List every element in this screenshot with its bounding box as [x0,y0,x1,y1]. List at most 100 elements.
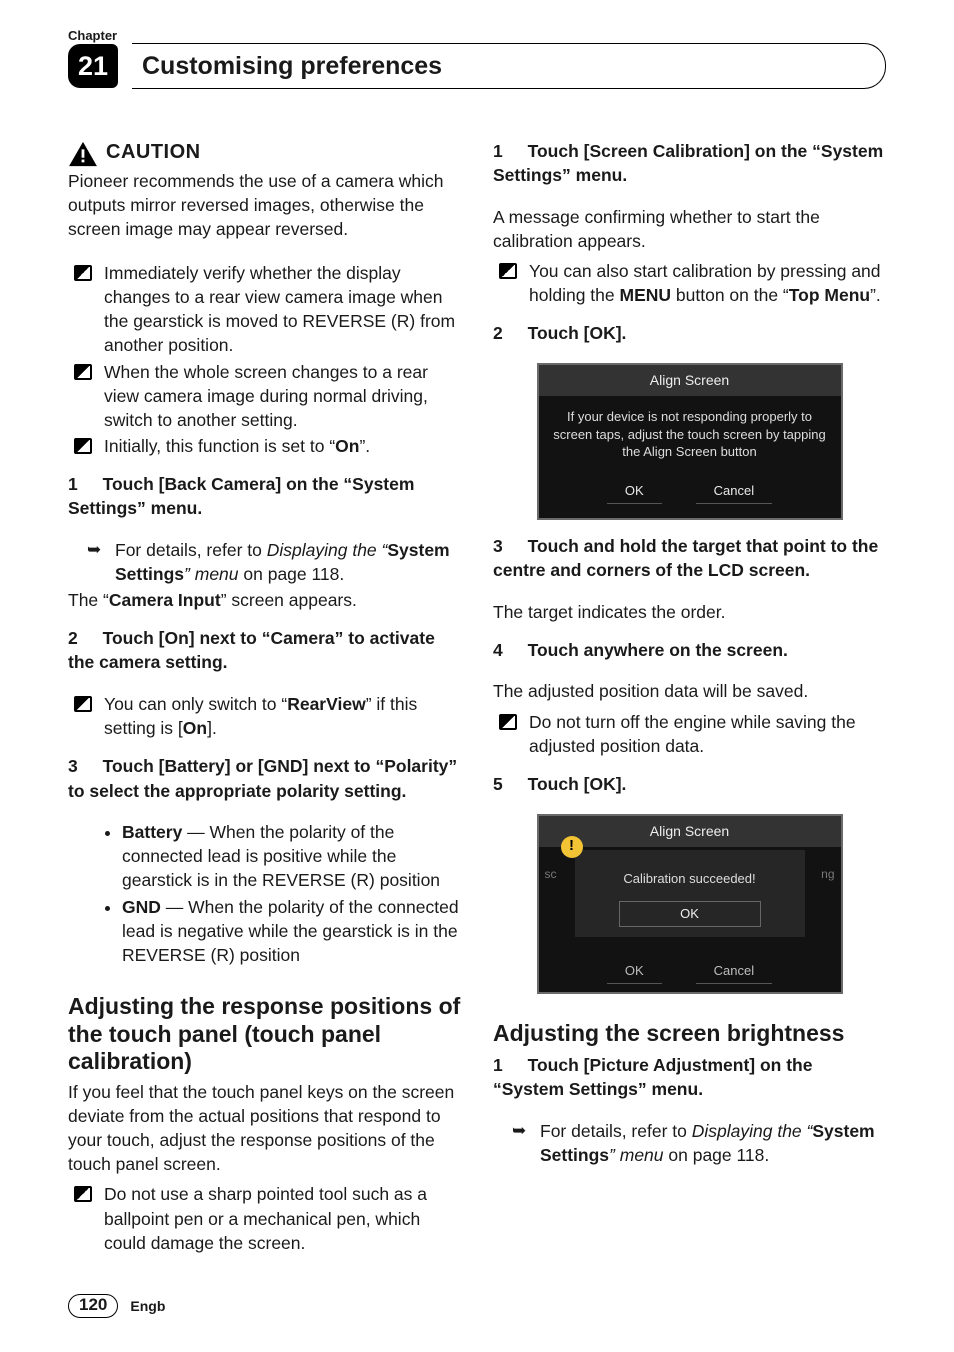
text: You can only switch to “ [104,694,287,714]
list-item: For details, refer to Displaying the “Sy… [113,538,461,586]
step-text: Touch [OK]. [528,774,627,794]
section-heading-calibration: Adjusting the response positions of the … [68,993,461,1076]
step-text: Touch [Back Camera] on the “System Setti… [68,474,414,518]
align-screen-dialog-1: Align Screen If your device is not respo… [537,363,843,520]
step-text: Touch [Picture Adjustment] on the “Syste… [493,1055,812,1099]
note-list-r4: Do not turn off the engine while saving … [493,710,886,758]
dialog-message: Calibration succeeded! [583,870,797,888]
note-list-r1: You can also start calibration by pressi… [493,259,886,307]
text-bold: On [183,718,207,738]
step-number: 1 [68,472,88,496]
step-4-right: 4 Touch anywhere on the screen. [493,638,886,662]
align-screen-dialog-2: Align Screen sc ng ! Calibration succeed… [537,814,843,994]
step-text: Touch [Screen Calibration] on the “Syste… [493,141,883,185]
step-text: Touch [OK]. [528,323,627,343]
page: Chapter 21 Customising preferences CAUTI… [0,0,954,1352]
bg-text-right: ng [821,866,834,883]
refer-list: For details, refer to Displaying the “Sy… [68,538,461,586]
text-italic: Displaying the “ [267,540,388,560]
text-bold: Top Menu [789,285,870,305]
list-item: For details, refer to Displaying the “Sy… [538,1119,886,1167]
text-italic: ” menu [609,1145,663,1165]
chapter-label: Chapter [68,28,886,43]
ok-button[interactable]: OK [607,959,662,984]
header-row: 21 Customising preferences [68,43,886,89]
text: ” screen appears. [221,590,357,610]
note-list-2: You can only switch to “RearView” if thi… [68,692,461,740]
list-item: Initially, this function is set to “On”. [102,434,461,458]
language-label: Engb [130,1298,165,1314]
list-item: You can also start calibration by pressi… [527,259,886,307]
step-5-right: 5 Touch [OK]. [493,772,886,796]
list-item: Do not use a sharp pointed tool such as … [102,1182,461,1254]
step-body-text: The target indicates the order. [493,600,886,624]
step-text: Touch anywhere on the screen. [528,640,788,660]
text-bold: MENU [620,285,672,305]
chapter-title-pill: Customising preferences [132,43,886,89]
list-item: Do not turn off the engine while saving … [527,710,886,758]
step-1-left: 1 Touch [Back Camera] on the “System Set… [68,472,461,520]
chapter-number-chip: 21 [68,44,118,88]
text: The “ [68,590,109,610]
ok-button[interactable]: OK [607,479,662,504]
step-body-text: The adjusted position data will be saved… [493,679,886,703]
dialog-buttons: OK Cancel [539,479,841,518]
info-icon: ! [561,836,583,858]
note-list-3: Do not use a sharp pointed tool such as … [68,1182,461,1254]
text: — When the polarity of the connected lea… [122,897,459,965]
dialog-body: If your device is not responding properl… [539,396,841,479]
warning-icon [68,141,98,167]
text: ]. [207,718,217,738]
text-bold: On [335,436,359,456]
list-item: GND — When the polarity of the connected… [122,895,461,967]
step-2-right: 2 Touch [OK]. [493,321,886,345]
step-1-tail: The “Camera Input” screen appears. [68,588,461,612]
content-columns: CAUTION Pioneer recommends the use of a … [68,139,886,1257]
text: For details, refer to [115,540,267,560]
section-heading-brightness: Adjusting the screen brightness [493,1020,886,1048]
caution-body: Pioneer recommends the use of a camera w… [68,169,461,241]
page-footer: 120 Engb [68,1294,165,1318]
note-list-1: Immediately verify whether the display c… [68,261,461,458]
step-1-right: 1 Touch [Screen Calibration] on the “Sys… [493,139,886,187]
step-text: Touch [Battery] or [GND] next to “Polari… [68,756,457,800]
text-bold: RearView [287,694,365,714]
text: ”. [870,285,881,305]
step-body-text: A message confirming whether to start th… [493,205,886,253]
text: ”. [359,436,370,456]
step-2-left: 2 Touch [On] next to “Camera” to activat… [68,626,461,674]
dialog-title: Align Screen [539,365,841,396]
list-item: You can only switch to “RearView” if thi… [102,692,461,740]
step-number: 1 [493,139,513,163]
step-3-right: 3 Touch and hold the target that point t… [493,534,886,582]
right-column: 1 Touch [Screen Calibration] on the “Sys… [493,139,886,1257]
text-italic: Displaying the “ [692,1121,813,1141]
text: button on the “ [671,285,789,305]
text: For details, refer to [540,1121,692,1141]
step-number: 2 [493,321,513,345]
list-item: When the whole screen changes to a rear … [102,360,461,432]
step-number: 5 [493,772,513,796]
list-item: Battery — When the polarity of the conne… [122,820,461,892]
page-number: 120 [68,1294,118,1318]
dialog-title: Align Screen [539,816,841,847]
cancel-button[interactable]: Cancel [696,959,772,984]
step-text: Touch [On] next to “Camera” to activate … [68,628,435,672]
text: Initially, this function is set to “ [104,436,335,456]
refer-list-b: For details, refer to Displaying the “Sy… [493,1119,886,1167]
step-number: 2 [68,626,88,650]
ok-button[interactable]: OK [619,901,761,927]
step-3-left: 3 Touch [Battery] or [GND] next to “Pola… [68,754,461,802]
caution-label: CAUTION [106,139,201,167]
inner-dialog: ! Calibration succeeded! OK [575,850,805,938]
step-number: 1 [493,1053,513,1077]
dialog-bottom-buttons: OK Cancel [539,959,841,984]
text: on page 118. [664,1145,770,1165]
step-number: 3 [493,534,513,558]
step-1-brightness: 1 Touch [Picture Adjustment] on the “Sys… [493,1053,886,1101]
cancel-button[interactable]: Cancel [696,479,772,504]
text: on page 118. [239,564,345,584]
step-number: 4 [493,638,513,662]
section-body: If you feel that the touch panel keys on… [68,1080,461,1177]
left-column: CAUTION Pioneer recommends the use of a … [68,139,461,1257]
